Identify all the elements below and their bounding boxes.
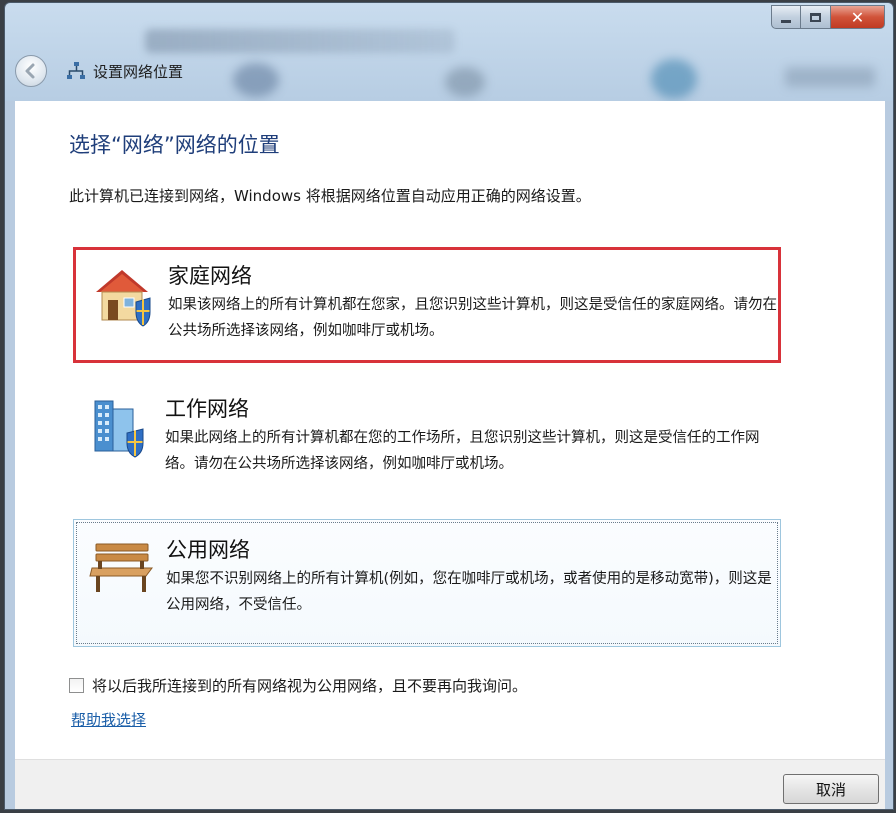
back-button[interactable] xyxy=(15,55,47,87)
close-button[interactable]: ✕ xyxy=(831,5,885,29)
minimize-button[interactable] xyxy=(771,5,801,29)
maximize-button[interactable] xyxy=(801,5,831,29)
house-shield-icon xyxy=(96,270,151,327)
public-network-description: 如果您不识别网络上的所有计算机(例如，您在咖啡厅或机场，或者使用的是移动宽带)，… xyxy=(166,571,772,613)
work-network-description: 如果此网络上的所有计算机都在您的工作场所，且您识别这些计算机，则这是受信任的工作… xyxy=(165,430,760,472)
title-bar: ✕ 设置网络位置 xyxy=(5,3,893,101)
close-icon: ✕ xyxy=(850,7,865,27)
park-bench-icon xyxy=(89,543,153,592)
maximize-icon xyxy=(810,12,821,22)
treat-all-public-checkbox-row[interactable]: 将以后我所连接到的所有网络视为公用网络，且不要再向我询问。 xyxy=(69,675,527,696)
back-arrow-icon xyxy=(25,63,35,79)
public-network-title: 公用网络 xyxy=(166,538,250,562)
blurred-background-icon xyxy=(651,59,697,99)
navigation-row: 设置网络位置 xyxy=(15,55,183,87)
minimize-icon xyxy=(781,19,791,23)
blurred-background-text xyxy=(785,67,875,87)
help-me-choose-link[interactable]: 帮助我选择 xyxy=(71,709,146,730)
cancel-button[interactable]: 取消 xyxy=(783,774,879,804)
page-description: 此计算机已连接到网络，Windows 将根据网络位置自动应用正确的网络设置。 xyxy=(69,187,591,205)
home-network-option[interactable]: 家庭网络 如果该网络上的所有计算机都在您家，且您识别这些计算机，则这是受信任的家… xyxy=(73,247,781,363)
work-network-option[interactable]: 工作网络 如果此网络上的所有计算机都在您的工作场所，且您识别这些计算机，则这是受… xyxy=(73,383,781,495)
home-network-description: 如果该网络上的所有计算机都在您家，且您识别这些计算机，则这是受信任的家庭网络。请… xyxy=(168,297,777,339)
window-frame-right xyxy=(885,101,893,809)
work-network-title: 工作网络 xyxy=(165,397,249,421)
blurred-background-title xyxy=(145,29,455,53)
dialog-footer: 取消 xyxy=(15,759,885,809)
office-building-shield-icon xyxy=(94,400,144,458)
blurred-background-icon xyxy=(445,67,485,97)
page-heading: 选择“网络”网络的位置 xyxy=(69,133,280,157)
home-network-title: 家庭网络 xyxy=(168,264,252,288)
dialog-content: 选择“网络”网络的位置 此计算机已连接到网络，Windows 将根据网络位置自动… xyxy=(15,101,885,759)
window-frame-left xyxy=(5,101,15,809)
network-icon xyxy=(67,62,85,79)
window-title: 设置网络位置 xyxy=(93,62,184,81)
blurred-background-icon xyxy=(233,63,279,97)
treat-all-public-checkbox[interactable] xyxy=(69,678,84,693)
treat-all-public-label[interactable]: 将以后我所连接到的所有网络视为公用网络，且不要再向我询问。 xyxy=(92,675,527,696)
network-location-dialog: ✕ 设置网络位置 选择“网络”网络的位置 此计算机已连接到网络，Windows … xyxy=(4,2,894,810)
public-network-option[interactable]: 公用网络 如果您不识别网络上的所有计算机(例如，您在咖啡厅或机场，或者使用的是移… xyxy=(73,519,781,647)
caption-buttons: ✕ xyxy=(771,5,885,29)
